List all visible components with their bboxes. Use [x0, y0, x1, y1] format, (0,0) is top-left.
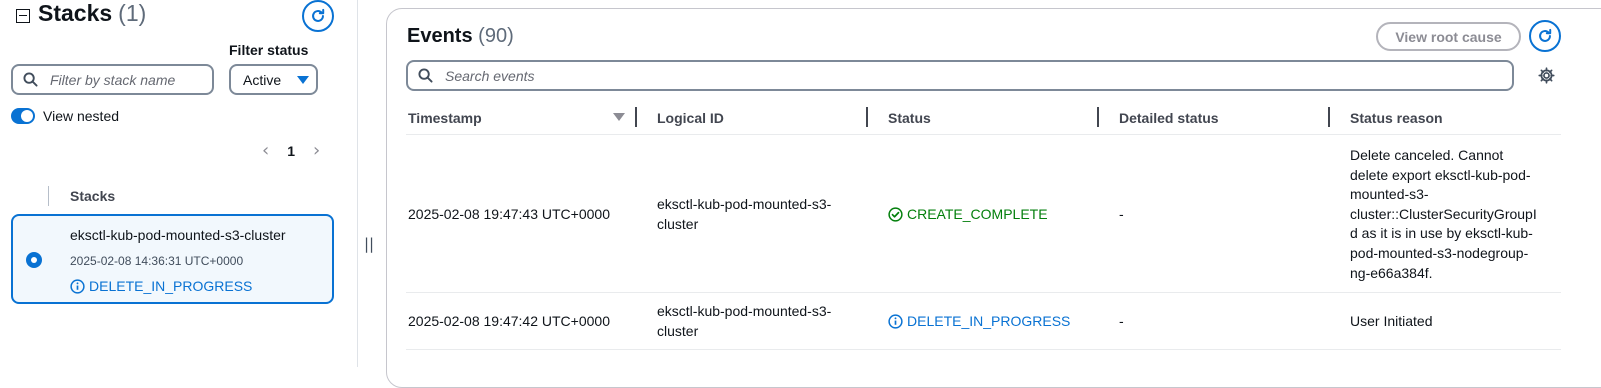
events-title: Events (90): [407, 25, 514, 48]
event-status-reason: Delete canceled. Cannot delete export ek…: [1350, 146, 1537, 283]
event-status-reason: User Initiated: [1350, 312, 1432, 332]
row-divider: [406, 134, 1561, 135]
resize-handle[interactable]: ||: [364, 235, 374, 253]
column-divider: [48, 186, 49, 206]
status-reason-line: pod-mounted-s3-nodegroup-: [1350, 244, 1529, 261]
view-nested-toggle[interactable]: [11, 108, 35, 124]
events-search-input[interactable]: Search events: [406, 60, 1514, 91]
event-logical-id: eksctl-kub-pod-mounted-s3- cluster: [657, 195, 831, 234]
view-nested-row: View nested: [11, 108, 119, 124]
view-root-cause-button[interactable]: View root cause: [1376, 22, 1521, 51]
stack-search-input[interactable]: Filter by stack name: [11, 64, 214, 95]
column-header-detailed-status[interactable]: Detailed status: [1119, 110, 1219, 126]
event-logical-id-line: eksctl-kub-pod-mounted-s3-: [657, 196, 832, 212]
sort-descending-icon[interactable]: [613, 113, 625, 121]
gear-icon[interactable]: [1538, 67, 1555, 84]
chevron-left-icon[interactable]: ‹: [262, 140, 269, 161]
row-divider: [406, 292, 1561, 293]
view-nested-label: View nested: [43, 108, 120, 124]
column-header-status-reason[interactable]: Status reason: [1350, 110, 1443, 126]
page-number[interactable]: 1: [287, 143, 295, 159]
stack-timestamp: 2025-02-08 14:36:31 UTC+0000: [70, 254, 244, 268]
row-divider: [406, 349, 1561, 350]
stack-search-placeholder: Filter by stack name: [50, 71, 176, 88]
status-reason-line: cluster::ClusterSecurityGroupI: [1350, 205, 1537, 222]
event-logical-id: eksctl-kub-pod-mounted-s3- cluster: [657, 302, 831, 341]
stacks-column-header: Stacks: [70, 188, 116, 204]
event-status-text: DELETE_IN_PROGRESS: [907, 313, 1071, 329]
info-icon: [70, 278, 85, 294]
event-logical-id-line: eksctl-kub-pod-mounted-s3-: [657, 303, 832, 319]
event-timestamp: 2025-02-08 19:47:42 UTC+0000: [408, 313, 610, 329]
status-reason-line: delete export eksctl-kub-pod-: [1350, 166, 1531, 183]
stacks-header: Stacks (1): [16, 0, 146, 27]
filter-status-value: Active: [243, 71, 282, 88]
event-timestamp: 2025-02-08 19:47:43 UTC+0000: [408, 206, 610, 222]
column-header-status[interactable]: Status: [888, 110, 931, 126]
status-reason-line: d as it is in use by eksctl-kub-: [1350, 225, 1533, 242]
chevron-right-icon[interactable]: ›: [313, 140, 320, 161]
status-reason-line: mounted-s3-: [1350, 186, 1429, 203]
event-status: DELETE_IN_PROGRESS: [888, 312, 1070, 332]
pagination: ‹ 1 ›: [262, 140, 320, 161]
event-logical-id-line: cluster: [657, 322, 699, 339]
stack-status: DELETE_IN_PROGRESS: [70, 278, 252, 294]
search-icon: [23, 72, 38, 87]
column-divider[interactable]: [866, 107, 868, 127]
event-logical-id-line: cluster: [657, 215, 699, 232]
panel-divider: [357, 0, 358, 367]
info-icon: [888, 314, 903, 329]
event-detailed-status: -: [1119, 313, 1124, 329]
events-count: (90): [478, 25, 514, 47]
stack-radio[interactable]: [26, 252, 42, 268]
column-divider[interactable]: [1328, 107, 1330, 127]
event-detailed-status: -: [1119, 206, 1124, 222]
stacks-count: (1): [118, 0, 147, 26]
stack-status-text: DELETE_IN_PROGRESS: [89, 278, 253, 294]
status-reason-line: Delete canceled. Cannot: [1350, 147, 1504, 163]
caret-down-icon: [297, 75, 310, 84]
check-circle-icon: [888, 207, 903, 222]
refresh-icon: [312, 8, 325, 22]
events-title-text: Events: [407, 25, 473, 47]
event-status-text: CREATE_COMPLETE: [907, 206, 1048, 222]
column-divider[interactable]: [1097, 107, 1099, 127]
column-divider[interactable]: [635, 107, 637, 127]
filter-status-select[interactable]: Active: [229, 64, 318, 95]
events-refresh-button[interactable]: [1529, 20, 1561, 52]
collapse-icon[interactable]: [16, 8, 30, 23]
status-reason-line: ng-e66a384f.: [1350, 264, 1433, 281]
events-search-placeholder: Search events: [445, 67, 535, 84]
refresh-icon: [1539, 28, 1552, 42]
status-reason-line: User Initiated: [1350, 313, 1433, 329]
search-icon: [418, 68, 433, 83]
event-status: CREATE_COMPLETE: [888, 205, 1048, 225]
stack-card-selected[interactable]: eksctl-kub-pod-mounted-s3-cluster 2025-0…: [11, 214, 334, 304]
column-header-timestamp[interactable]: Timestamp: [408, 110, 482, 126]
stacks-refresh-button[interactable]: [302, 0, 334, 32]
filter-status-label: Filter status: [229, 42, 309, 58]
stacks-title: Stacks: [38, 0, 113, 26]
stack-name: eksctl-kub-pod-mounted-s3-cluster: [70, 227, 286, 243]
stacks-panel: Stacks (1) Filter status Filter by stack…: [0, 0, 358, 367]
column-header-logical-id[interactable]: Logical ID: [657, 110, 724, 126]
